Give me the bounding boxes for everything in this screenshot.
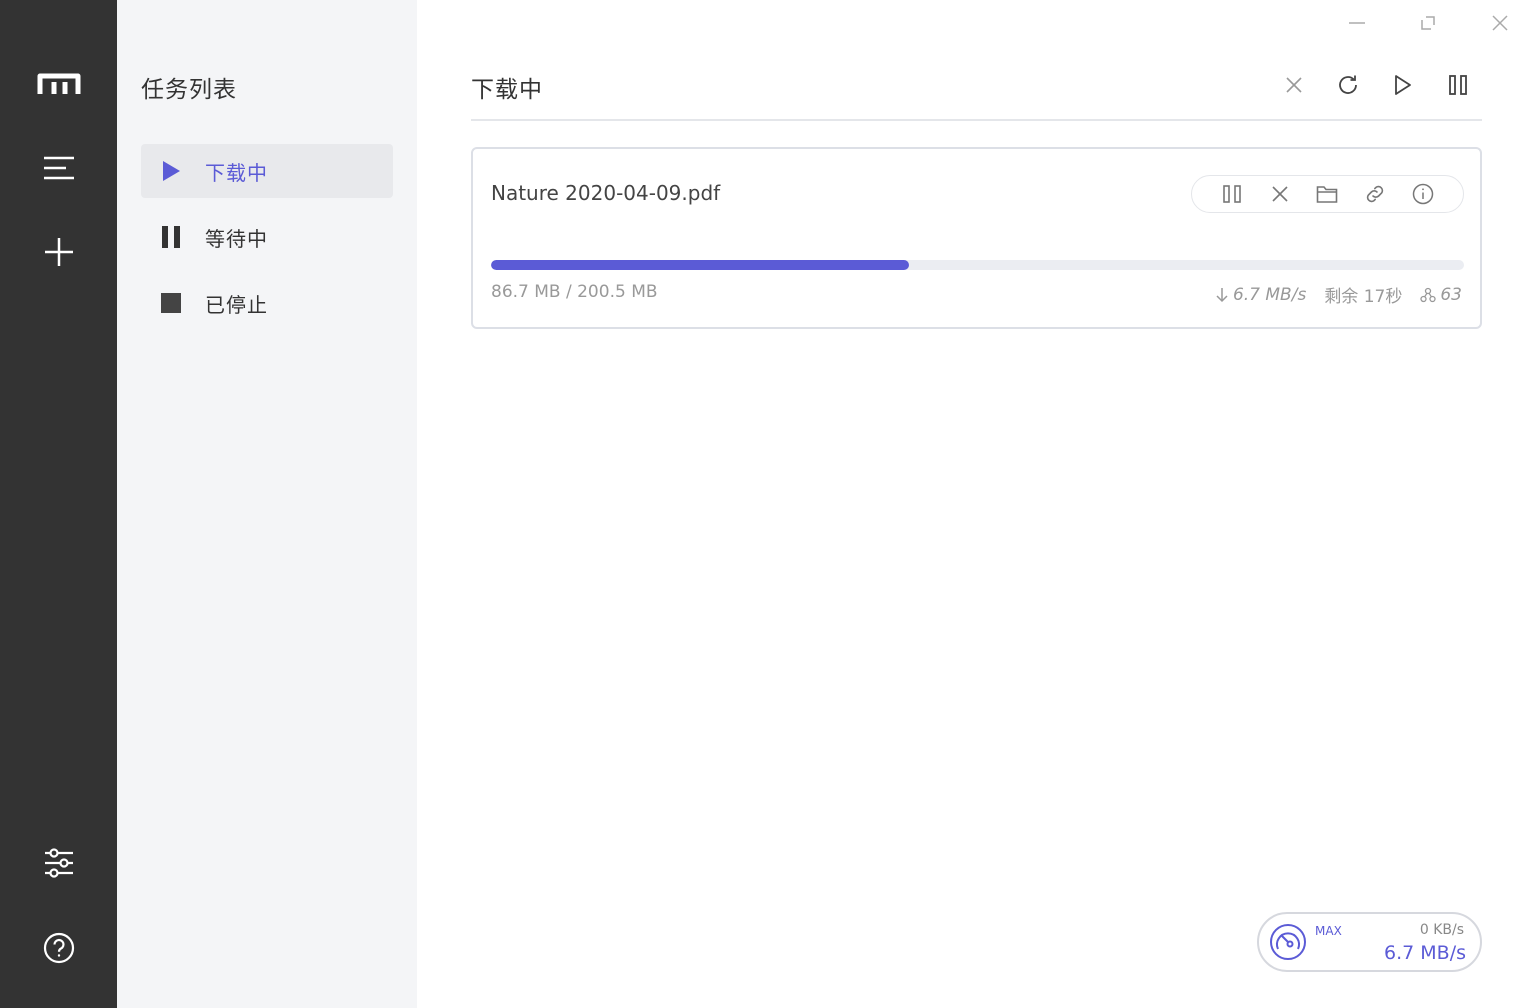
refresh-icon: [1339, 75, 1357, 94]
resume-all-button[interactable]: [1386, 68, 1420, 102]
add-icon[interactable]: [0, 232, 117, 272]
upload-speed: 0 KB/s: [1419, 922, 1464, 938]
page-title: 下载中: [471, 77, 543, 103]
clear-button[interactable]: [1277, 68, 1311, 102]
connections-value: 63: [1440, 284, 1462, 305]
sidebar-rail: [0, 0, 117, 1008]
header-divider: [471, 119, 1482, 121]
help-icon[interactable]: [0, 928, 117, 968]
pause-icon: [161, 226, 181, 248]
stop-icon: [161, 292, 181, 314]
connections: 63: [1420, 285, 1462, 305]
play-icon: [161, 160, 181, 182]
pause-icon: [1449, 75, 1467, 95]
minimize-icon[interactable]: [1342, 8, 1372, 38]
delete-icon[interactable]: [1266, 180, 1294, 208]
progress-bar: [491, 260, 1464, 270]
arrow-down-icon: [1216, 287, 1228, 302]
folder-icon[interactable]: [1313, 180, 1341, 208]
app-window: 任务列表 下载中 等待中 已停止 下载中 Nature 2020-04-09.p…: [0, 0, 1536, 1008]
main-area: 下载中 Nature 2020-04-09.pdf 86.7 MB / 200.…: [417, 0, 1536, 1008]
pause-all-button[interactable]: [1441, 68, 1475, 102]
nav-item-label: 等待中: [205, 226, 268, 251]
nav-item-label: 下载中: [205, 160, 268, 185]
nav-item-label: 已停止: [205, 292, 268, 317]
logo-icon[interactable]: [0, 64, 117, 104]
task-size: 86.7 MB / 200.5 MB: [491, 282, 658, 302]
speedometer-icon: [1270, 924, 1306, 960]
link-icon[interactable]: [1361, 180, 1389, 208]
total-download-speed: 6.7 MB/s: [1384, 942, 1466, 964]
download-speed-value: 6.7 MB/s: [1232, 284, 1307, 305]
refresh-button[interactable]: [1331, 68, 1365, 102]
task-actions: [1191, 175, 1464, 213]
play-icon: [1395, 75, 1411, 95]
close-window-icon[interactable]: [1485, 8, 1515, 38]
settings-icon[interactable]: [0, 843, 117, 883]
download-speed: 6.7 MB/s: [1215, 285, 1306, 305]
panel-title: 任务列表: [141, 77, 237, 103]
task-card[interactable]: Nature 2020-04-09.pdf 86.7 MB / 200.5 MB…: [471, 147, 1482, 329]
pause-icon[interactable]: [1218, 180, 1246, 208]
connections-icon: [1420, 287, 1437, 302]
menu-icon[interactable]: [0, 148, 117, 188]
close-icon: [1286, 77, 1302, 93]
nav-item-downloading[interactable]: 下载中: [141, 144, 393, 198]
remaining-time: 剩余 17秒: [1324, 287, 1403, 307]
progress-fill: [491, 260, 910, 270]
task-stats: 6.7 MB/s 剩余 17秒 63: [1197, 282, 1462, 307]
max-speed-label: MAX: [1315, 924, 1342, 938]
maximize-icon[interactable]: [1413, 8, 1443, 38]
task-name: Nature 2020-04-09.pdf: [491, 181, 721, 205]
nav-item-stopped[interactable]: 已停止: [141, 276, 393, 330]
nav-item-waiting[interactable]: 等待中: [141, 210, 393, 264]
info-icon[interactable]: [1409, 180, 1437, 208]
speedometer[interactable]: MAX 0 KB/s 6.7 MB/s: [1257, 912, 1482, 972]
task-list-panel: 任务列表 下载中 等待中 已停止: [117, 0, 417, 1008]
